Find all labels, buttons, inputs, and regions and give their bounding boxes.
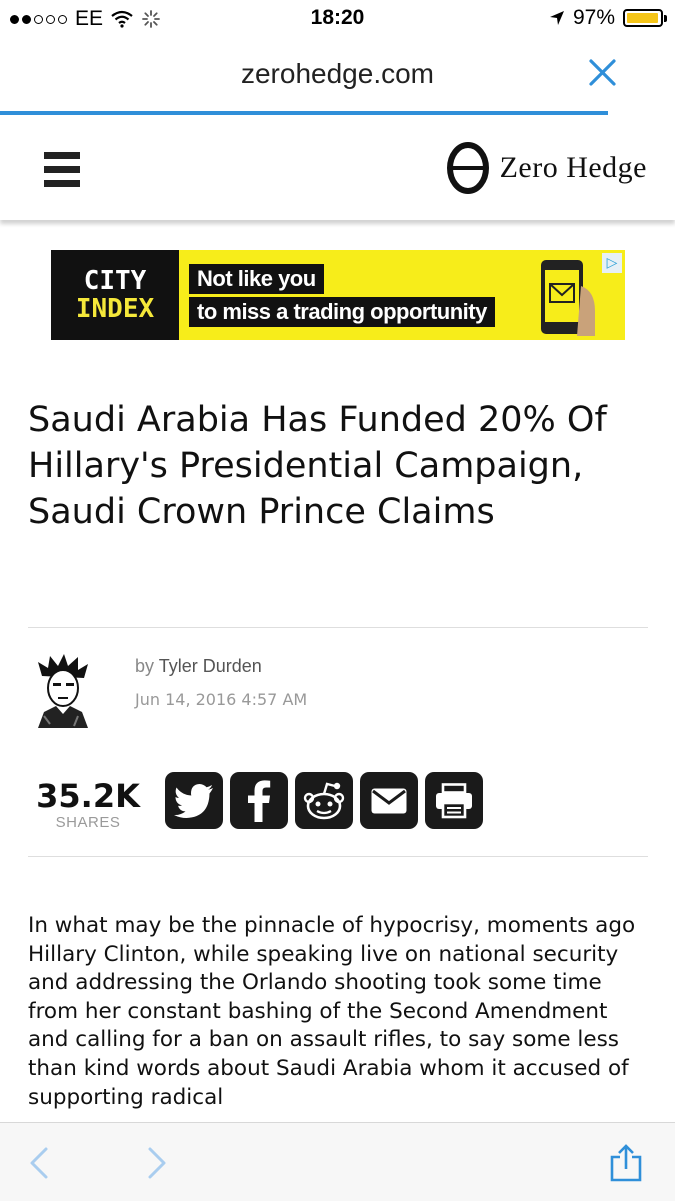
email-share-button[interactable] (360, 772, 418, 829)
forward-arrow-icon[interactable] (138, 1143, 174, 1183)
by-label: by (135, 656, 155, 676)
facebook-share-button[interactable] (230, 772, 288, 829)
back-arrow-icon[interactable] (22, 1143, 58, 1183)
twitter-icon (174, 783, 213, 818)
location-arrow-icon (549, 11, 564, 25)
divider (28, 627, 648, 628)
divider (28, 856, 648, 857)
article-title: Saudi Arabia Has Funded 20% Of Hillary's… (28, 400, 607, 532)
byline: by Tyler Durden (135, 656, 262, 677)
adchoices-icon[interactable]: ▷ (602, 253, 622, 273)
share-count-number: 35.2K (36, 777, 140, 815)
share-count-label: SHARES (55, 814, 121, 831)
author-name[interactable]: Tyler Durden (159, 656, 262, 676)
ad-message: Not like you to miss a trading opportuni… (189, 264, 495, 330)
hamburger-menu-icon[interactable] (44, 152, 80, 192)
share-buttons (165, 772, 483, 829)
facebook-icon (248, 779, 271, 822)
twitter-share-button[interactable] (165, 772, 223, 829)
share-count: 35.2K SHARES (28, 778, 148, 831)
battery-percentage: 97% (572, 6, 615, 29)
status-bar: EE 18:20 97% (0, 0, 675, 40)
phone-envelope-icon (541, 260, 595, 336)
battery-icon (623, 9, 667, 27)
browser-toolbar (0, 1122, 675, 1201)
reddit-share-button[interactable] (295, 772, 353, 829)
close-icon[interactable] (583, 52, 623, 92)
ad-brand-line2: INDEX (75, 294, 155, 324)
site-logo[interactable]: Zero Hedge (446, 142, 647, 194)
ad-line2: to miss a trading opportunity (189, 297, 495, 327)
article-body: In what may be the pinnacle of hypocrisy… (28, 913, 636, 1110)
ad-banner[interactable]: CITY INDEX Not like you to miss a tradin… (51, 250, 625, 340)
logo-text: Zero Hedge (499, 151, 647, 184)
reddit-icon (303, 782, 345, 819)
publish-date: Jun 14, 2016 4:57 AM (135, 690, 308, 709)
email-icon (371, 788, 407, 813)
print-icon (436, 782, 472, 818)
ad-brand-line1: CITY (83, 266, 147, 296)
ad-brand-logo: CITY INDEX (51, 250, 179, 340)
ad-line1: Not like you (189, 264, 324, 294)
print-share-button[interactable] (425, 772, 483, 829)
author-avatar[interactable] (30, 654, 96, 728)
share-icon[interactable] (608, 1143, 644, 1183)
zero-hedge-logo-icon (446, 142, 489, 194)
page-load-progress-bar (0, 111, 608, 115)
browser-url-bar: zerohedge.com (0, 40, 675, 115)
url-text[interactable]: zerohedge.com (0, 58, 675, 90)
site-header: Zero Hedge (0, 118, 675, 220)
